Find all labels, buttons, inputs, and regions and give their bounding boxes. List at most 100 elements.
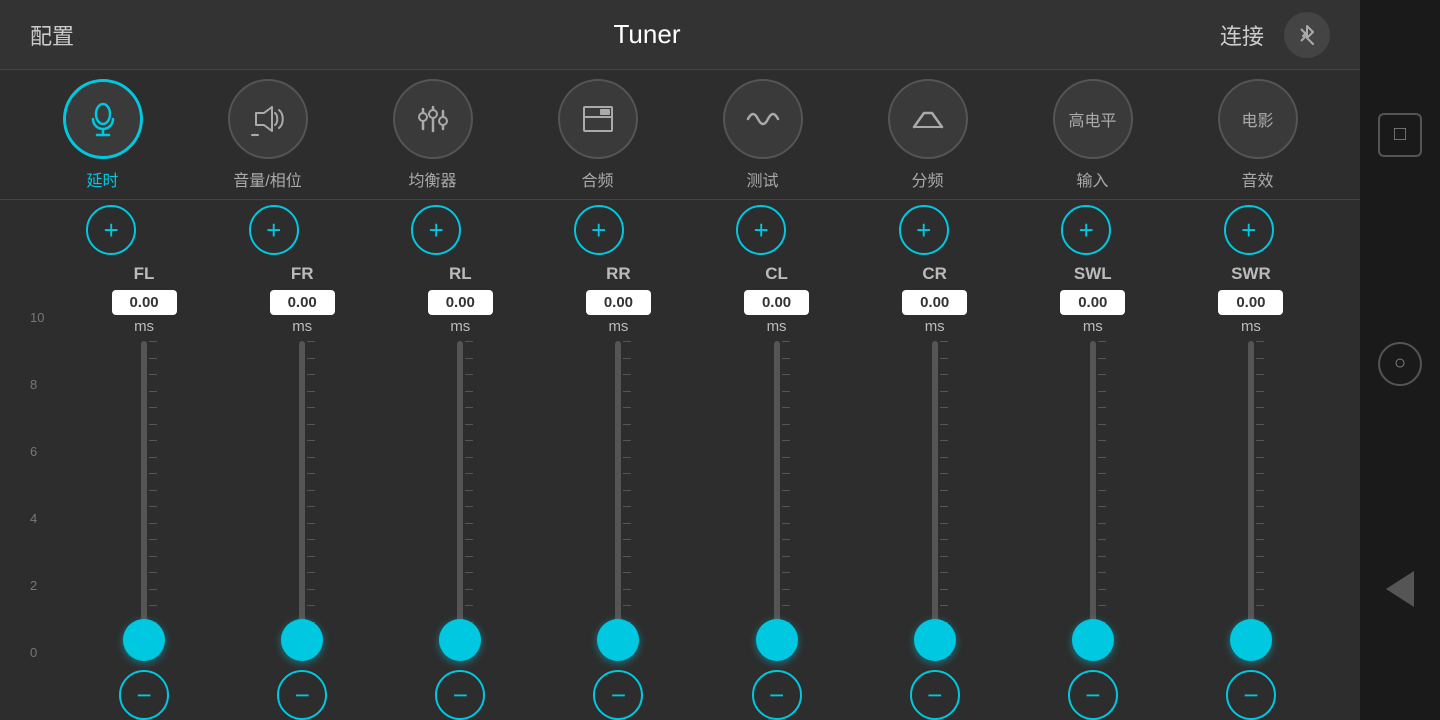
value-box-rl: 0.00 bbox=[428, 290, 493, 315]
volume-label: 音量/相位 bbox=[233, 167, 301, 191]
input-label: 输入 bbox=[1076, 167, 1108, 191]
test-icon-circle bbox=[723, 79, 803, 159]
bluetooth-button[interactable] bbox=[1284, 12, 1330, 58]
sliders-area: + + + + + + + + 10 8 6 4 2 0 FL 0.00 bbox=[0, 200, 1360, 720]
circle-button[interactable]: ○ bbox=[1378, 342, 1422, 386]
slider-thumb-fl[interactable] bbox=[123, 619, 165, 661]
channel-fr: FR 0.00 ms − bbox=[223, 260, 381, 720]
channel-label-fr: FR bbox=[291, 264, 314, 284]
unit-cr: ms bbox=[925, 318, 945, 335]
slider-thumb-cl[interactable] bbox=[756, 619, 798, 661]
nav-tabs: 延时 + 音量/相位 bbox=[0, 70, 1360, 200]
bluetooth-icon bbox=[1295, 23, 1319, 47]
channel-label-swl: SWL bbox=[1074, 264, 1112, 284]
config-button[interactable]: 配置 bbox=[30, 19, 74, 51]
slider-track-rl[interactable] bbox=[457, 341, 463, 656]
value-box-rr: 0.00 bbox=[586, 290, 651, 315]
tab-crossover[interactable]: 合频 bbox=[548, 79, 648, 191]
minus-btn-fl[interactable]: − bbox=[119, 670, 169, 720]
tab-effect[interactable]: 电影 音效 bbox=[1208, 79, 1308, 191]
slider-track-cl[interactable] bbox=[774, 341, 780, 656]
header-right: 连接 bbox=[1220, 12, 1330, 58]
minus-btn-cl[interactable]: − bbox=[752, 670, 802, 720]
tab-test[interactable]: 测试 bbox=[713, 79, 813, 191]
freq-label: 分频 bbox=[911, 167, 943, 191]
unit-rl: ms bbox=[450, 318, 470, 335]
eq-icon bbox=[413, 99, 453, 139]
side-panel: □ ○ bbox=[1360, 0, 1440, 720]
value-box-swl: 0.00 bbox=[1060, 290, 1125, 315]
slider-track-swr[interactable] bbox=[1248, 341, 1254, 656]
channel-label-cl: CL bbox=[765, 264, 788, 284]
plus-btn-rl[interactable]: + bbox=[411, 205, 461, 255]
test-icon bbox=[743, 99, 783, 139]
minus-btn-rl[interactable]: − bbox=[435, 670, 485, 720]
channel-label-swr: SWR bbox=[1231, 264, 1271, 284]
scale-2: 2 bbox=[30, 578, 65, 593]
slider-thumb-rr[interactable] bbox=[597, 619, 639, 661]
scale-labels: 10 8 6 4 2 0 bbox=[30, 260, 65, 720]
delay-icon bbox=[63, 79, 143, 159]
plus-btn-swl[interactable]: + bbox=[1061, 205, 1111, 255]
crossover-label: 合频 bbox=[581, 167, 613, 191]
channel-swl: SWL 0.00 ms − bbox=[1014, 260, 1172, 720]
slider-track-cr[interactable] bbox=[932, 341, 938, 656]
mic-icon bbox=[83, 99, 123, 139]
slider-thumb-cr[interactable] bbox=[914, 619, 956, 661]
value-box-fr: 0.00 bbox=[270, 290, 335, 315]
minus-btn-rr[interactable]: − bbox=[593, 670, 643, 720]
plus-btn-rr[interactable]: + bbox=[574, 205, 624, 255]
slider-track-fl[interactable] bbox=[141, 341, 147, 656]
slider-track-rr[interactable] bbox=[615, 341, 621, 656]
slider-track-fr[interactable] bbox=[299, 341, 305, 656]
minus-btn-fr[interactable]: − bbox=[277, 670, 327, 720]
header: 配置 Tuner 连接 bbox=[0, 0, 1360, 70]
effect-icon-text: 电影 bbox=[1241, 107, 1273, 131]
unit-fl: ms bbox=[134, 318, 154, 335]
scale-0: 0 bbox=[30, 645, 65, 660]
plus-btn-cr[interactable]: + bbox=[899, 205, 949, 255]
value-box-cl: 0.00 bbox=[744, 290, 809, 315]
tab-freq[interactable]: 分频 bbox=[878, 79, 978, 191]
scale-6: 6 bbox=[30, 444, 65, 459]
minus-btn-swr[interactable]: − bbox=[1226, 670, 1276, 720]
plus-btn-swr[interactable]: + bbox=[1224, 205, 1274, 255]
unit-swr: ms bbox=[1241, 318, 1261, 335]
plus-btn-cl[interactable]: + bbox=[736, 205, 786, 255]
plus-btn-fl[interactable]: + bbox=[86, 205, 136, 255]
effect-label: 音效 bbox=[1241, 167, 1273, 191]
channel-cl: CL 0.00 ms − bbox=[698, 260, 856, 720]
back-button[interactable] bbox=[1386, 571, 1414, 607]
page-title: Tuner bbox=[614, 19, 681, 50]
eq-label: 均衡器 bbox=[408, 167, 456, 191]
scale-8: 8 bbox=[30, 377, 65, 392]
minus-btn-swl[interactable]: − bbox=[1068, 670, 1118, 720]
plus-btn-fr[interactable]: + bbox=[249, 205, 299, 255]
crossover-icon-circle bbox=[558, 79, 638, 159]
slider-thumb-fr[interactable] bbox=[281, 619, 323, 661]
slider-thumb-rl[interactable] bbox=[439, 619, 481, 661]
svg-text:+: + bbox=[253, 133, 257, 139]
tab-input[interactable]: 高电平 输入 bbox=[1043, 79, 1143, 191]
channel-swr: SWR 0.00 ms − bbox=[1172, 260, 1330, 720]
channels-container: FL 0.00 ms − FR 0.00 ms − RL 0.0 bbox=[65, 260, 1330, 720]
channel-fl: FL 0.00 ms − bbox=[65, 260, 223, 720]
slider-track-swl[interactable] bbox=[1090, 341, 1096, 656]
tab-volume[interactable]: + 音量/相位 bbox=[218, 79, 318, 191]
square-button[interactable]: □ bbox=[1378, 113, 1422, 157]
scale-10: 10 bbox=[30, 310, 65, 325]
connect-button[interactable]: 连接 bbox=[1220, 19, 1264, 51]
unit-cl: ms bbox=[767, 318, 787, 335]
channel-label-rr: RR bbox=[606, 264, 631, 284]
tab-eq[interactable]: 均衡器 bbox=[383, 79, 483, 191]
tab-delay[interactable]: 延时 bbox=[53, 79, 153, 191]
slider-thumb-swr[interactable] bbox=[1230, 619, 1272, 661]
channel-label-cr: CR bbox=[922, 264, 947, 284]
back-icon bbox=[1386, 571, 1414, 607]
slider-thumb-swl[interactable] bbox=[1072, 619, 1114, 661]
minus-btn-cr[interactable]: − bbox=[910, 670, 960, 720]
volume-icon-circle: + bbox=[228, 79, 308, 159]
volume-icon: + bbox=[248, 99, 288, 139]
test-label: 测试 bbox=[746, 167, 778, 191]
channel-rr: RR 0.00 ms − bbox=[539, 260, 697, 720]
